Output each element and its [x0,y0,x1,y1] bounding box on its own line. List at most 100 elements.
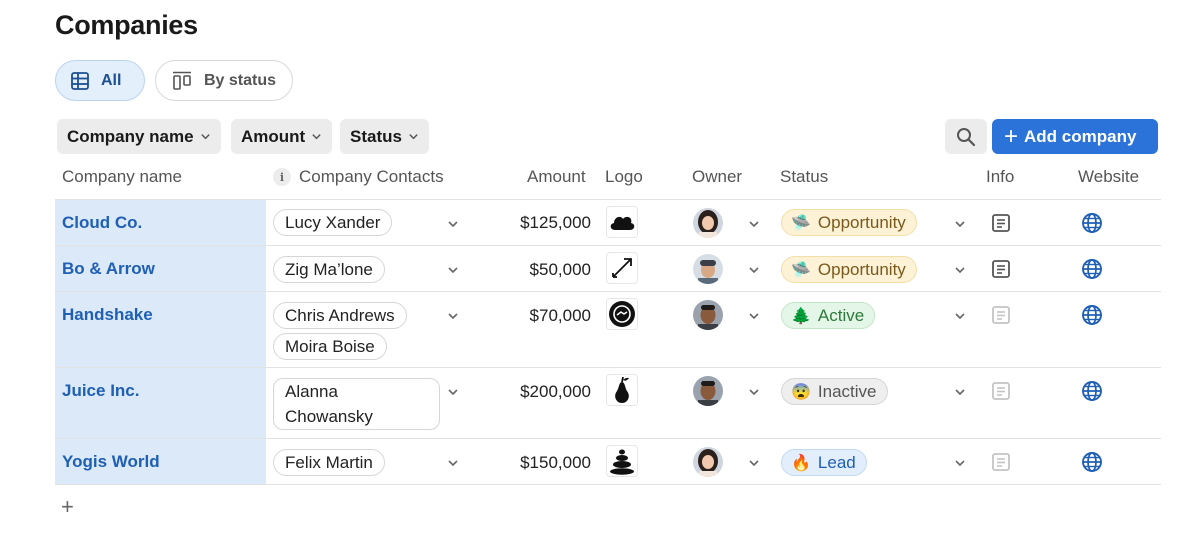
company-name-link[interactable]: Yogis World [62,452,160,472]
company-name-link[interactable]: Bo & Arrow [62,259,155,279]
contact-chip[interactable]: Zig Ma’lone [273,256,385,283]
company-name-cell[interactable] [55,292,266,368]
chevron-down-icon[interactable] [446,385,460,399]
document-icon[interactable] [991,213,1011,233]
pear-logo-icon [606,374,638,406]
table-row: Juice Inc. Alanna Chowansky $200,000 😨 I… [55,367,1161,439]
chevron-down-icon[interactable] [953,263,967,277]
chevron-down-icon[interactable] [953,309,967,323]
globe-icon[interactable] [1081,212,1103,234]
status-label: Lead [817,452,856,472]
status-badge[interactable]: 🛸 Opportunity [781,256,917,283]
handshake-logo-icon [606,298,638,330]
contact-chip[interactable]: Moira Boise [273,333,387,360]
view-tab-by-status-label: By status [204,71,277,89]
status-label: Opportunity [817,259,906,279]
contact-chip[interactable]: Felix Martin [273,449,385,476]
chevron-down-icon[interactable] [747,456,761,470]
status-badge[interactable]: 🌲 Active [781,302,876,329]
status-label: Active [817,305,865,325]
owner-avatar[interactable] [693,376,723,406]
owner-avatar[interactable] [693,254,723,284]
column-header-contacts-label: Company Contacts [299,167,444,186]
chevron-down-icon[interactable] [953,456,967,470]
add-company-button[interactable]: + Add company [992,119,1158,154]
owner-avatar[interactable] [693,208,723,238]
chevron-down-icon[interactable] [446,263,460,277]
globe-icon[interactable] [1081,451,1103,473]
view-tab-all[interactable]: All [55,60,145,101]
column-header-website[interactable]: Website [1078,167,1139,187]
fire-icon: 🔥 [791,454,811,472]
column-header-owner[interactable]: Owner [692,167,742,187]
view-tab-by-status[interactable]: By status [155,60,293,101]
tree-icon: 🌲 [791,307,811,325]
company-name-cell[interactable] [55,368,266,439]
cloud-logo-icon [606,206,638,238]
table-icon [71,71,89,90]
document-icon[interactable] [991,259,1011,279]
document-icon[interactable] [991,381,1011,401]
column-header-company-name[interactable]: Company name [62,167,182,187]
status-badge[interactable]: 🔥 Lead [781,449,867,476]
contact-chip[interactable]: Chris Andrews [273,302,407,329]
fearful-face-icon: 😨 [791,383,811,401]
globe-icon[interactable] [1081,258,1103,280]
chevron-down-icon[interactable] [747,263,761,277]
search-button[interactable] [945,119,987,154]
globe-icon[interactable] [1081,380,1103,402]
filter-status[interactable]: Status [340,119,429,154]
globe-icon[interactable] [1081,304,1103,326]
filter-company-name[interactable]: Company name [57,119,221,154]
contact-chip[interactable]: Lucy Xander [273,209,393,236]
plus-icon: + [1004,122,1019,150]
status-label: Inactive [817,381,877,401]
ufo-icon: 🛸 [791,261,811,279]
chevron-down-icon[interactable] [446,217,460,231]
company-name-link[interactable]: Juice Inc. [62,381,139,401]
page-title: Companies [55,10,198,40]
add-row-button[interactable]: + [61,494,74,520]
chevron-down-icon[interactable] [446,456,460,470]
column-header-contacts[interactable]: i Company Contacts [273,167,444,187]
view-tab-all-label: All [101,71,122,89]
document-icon[interactable] [991,452,1011,472]
document-icon[interactable] [991,305,1011,325]
chevron-down-icon [409,134,418,140]
chevron-down-icon[interactable] [446,309,460,323]
chevron-down-icon[interactable] [747,309,761,323]
add-company-label: Add company [1024,126,1137,146]
column-header-logo[interactable]: Logo [605,167,643,187]
search-icon [957,127,976,146]
arrow-logo-icon [606,252,638,284]
chevron-down-icon[interactable] [747,217,761,231]
chevron-down-icon [312,134,321,140]
table-row: Cloud Co. Lucy Xander $125,000 🛸 Opportu… [55,199,1161,246]
status-badge[interactable]: 😨 Inactive [781,378,888,405]
column-header-status[interactable]: Status [780,167,828,187]
company-name-link[interactable]: Cloud Co. [62,213,142,233]
chevron-down-icon[interactable] [747,385,761,399]
filter-amount-label: Amount [241,126,306,146]
column-header-amount[interactable]: Amount [527,167,586,187]
owner-avatar[interactable] [693,300,723,330]
owner-avatar[interactable] [693,447,723,477]
status-badge[interactable]: 🛸 Opportunity [781,209,917,236]
status-label: Opportunity [817,212,906,232]
kanban-icon [173,71,191,90]
amount-value: $150,000 [520,453,591,472]
company-name-link[interactable]: Handshake [62,305,153,325]
filter-company-name-label: Company name [67,126,194,146]
amount-value: $50,000 [529,260,591,279]
table-row: Handshake Chris Andrews Moira Boise $70,… [55,291,1161,368]
column-header-info[interactable]: Info [986,167,1014,187]
contact-chip[interactable]: Alanna Chowansky [273,378,440,430]
chevron-down-icon[interactable] [953,217,967,231]
filter-status-label: Status [350,126,402,146]
amount-value: $70,000 [529,306,591,325]
ufo-icon: 🛸 [791,214,811,232]
amount-value: $125,000 [520,213,591,232]
info-icon: i [273,168,291,186]
chevron-down-icon[interactable] [953,385,967,399]
filter-amount[interactable]: Amount [231,119,333,154]
